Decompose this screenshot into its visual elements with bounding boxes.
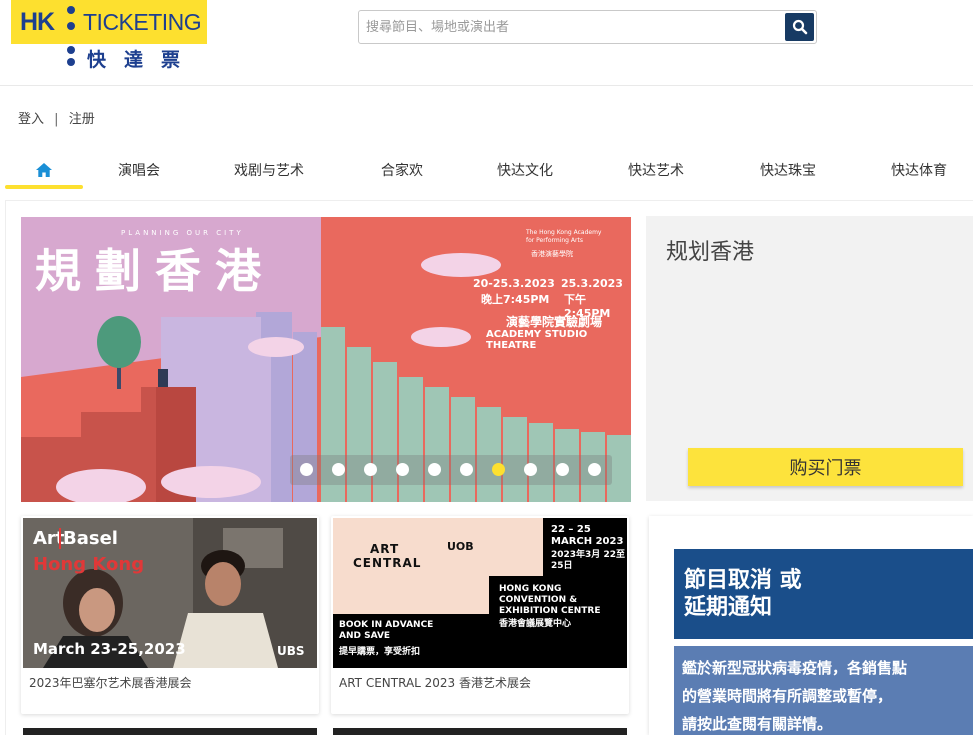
art-basel-dates: March 23-25,2023 bbox=[33, 640, 186, 658]
search-input[interactable] bbox=[363, 13, 781, 41]
logo-dot bbox=[67, 58, 75, 66]
art-basel-brand-basel: Basel bbox=[59, 528, 118, 549]
event-card-image: ART CENTRAL UOB 22 – 25 MARCH 2023 2023年… bbox=[333, 518, 627, 668]
banner-date2: 25.3.2023 bbox=[561, 277, 623, 290]
featured-event-panel: 规划香港 购买门票 bbox=[646, 216, 973, 501]
nav-item-culture[interactable]: 快达文化 bbox=[497, 160, 553, 180]
event-card-caption: 2023年巴塞尔艺术展香港展会 bbox=[29, 676, 192, 690]
notice-body-block: 鑑於新型冠狀病毒疫情，各銷售點 的營業時間將有所調整或暫停， 請按此查閱有關詳情… bbox=[674, 646, 973, 735]
featured-event-title: 规划香港 bbox=[666, 240, 755, 265]
notice-body-line3: 請按此查閱有關詳情。 bbox=[682, 715, 833, 733]
hk-ticketing-logo[interactable]: HK TICKETING 快達票 bbox=[11, 0, 207, 71]
nav-home[interactable] bbox=[5, 150, 83, 190]
carousel-dot-6[interactable] bbox=[460, 463, 473, 476]
logo-chinese-text: 快達票 bbox=[87, 49, 199, 71]
notice-body: 鑑於新型冠狀病毒疫情，各銷售點 的營業時間將有所調整或暫停， 請按此查閱有關詳情… bbox=[682, 654, 907, 735]
art-central-logo-line2: CENTRAL bbox=[353, 556, 422, 570]
logo-dot bbox=[67, 6, 75, 14]
banner-title-art: 規劃香港 bbox=[35, 244, 275, 298]
art-basel-city: Hong Kong bbox=[33, 554, 145, 575]
art-central-logo-line1: ART bbox=[370, 542, 400, 556]
carousel-dot-5[interactable] bbox=[428, 463, 441, 476]
banner-org-name-cn: 香港演藝學院 bbox=[531, 250, 573, 258]
event-card-art-basel[interactable]: Art Basel Hong Kong March 23-25,2023 UBS… bbox=[21, 516, 319, 714]
logo-hk-text: HK bbox=[20, 8, 55, 36]
register-link[interactable]: 注册 bbox=[69, 108, 95, 127]
nav-item-art[interactable]: 快达艺术 bbox=[628, 160, 684, 180]
carousel-dot-2[interactable] bbox=[332, 463, 345, 476]
carousel-dots bbox=[290, 455, 612, 485]
nav-item-drama-arts[interactable]: 戏剧与艺术 bbox=[234, 160, 304, 180]
banner-time1: 晚上7:45PM bbox=[481, 293, 550, 306]
notice-title: 節目取消 或 延期通知 bbox=[684, 567, 802, 621]
nav-item-concerts[interactable]: 演唱会 bbox=[118, 160, 160, 180]
home-icon bbox=[36, 163, 52, 177]
carousel-dot-4[interactable] bbox=[396, 463, 409, 476]
notice-card[interactable]: 節目取消 或 延期通知 鑑於新型冠狀病毒疫情，各銷售點 的營業時間將有所調整或暫… bbox=[649, 516, 973, 735]
buy-tickets-button[interactable]: 购买门票 bbox=[688, 448, 963, 486]
search-icon bbox=[792, 19, 807, 35]
event-card-art-central[interactable]: ART CENTRAL UOB 22 – 25 MARCH 2023 2023年… bbox=[331, 516, 629, 714]
nav-item-family[interactable]: 合家欢 bbox=[381, 160, 423, 180]
carousel-dot-10[interactable] bbox=[588, 463, 601, 476]
event-card-image: Art Basel Hong Kong March 23-25,2023 UBS bbox=[23, 518, 317, 668]
login-link[interactable]: 登入 bbox=[18, 108, 44, 127]
carousel-dot-3[interactable] bbox=[364, 463, 377, 476]
auth-links: 登入 | 注册 bbox=[18, 108, 95, 127]
notice-title-line1: 節目取消 或 bbox=[684, 568, 802, 593]
logo-dot bbox=[67, 46, 75, 54]
auth-separator: | bbox=[54, 112, 59, 127]
art-central-dates-cn: 2023年3月 22至25日 bbox=[551, 550, 625, 571]
carousel-dot-7[interactable] bbox=[492, 463, 505, 476]
ubs-sponsor-logo: UBS bbox=[277, 644, 305, 658]
carousel-dot-1[interactable] bbox=[300, 463, 313, 476]
notice-body-line1: 鑑於新型冠狀病毒疫情，各銷售點 bbox=[682, 659, 908, 677]
banner-venue-en: ACADEMY STUDIO THEATRE bbox=[486, 329, 588, 351]
art-central-venue-cn: 香港會議展覽中心 bbox=[499, 619, 572, 629]
uob-sponsor-logo: UOB bbox=[447, 540, 474, 553]
main-nav: 演唱会 戏剧与艺术 合家欢 快达文化 快达艺术 快达珠宝 快达体育 bbox=[0, 150, 973, 192]
carousel-dot-8[interactable] bbox=[524, 463, 537, 476]
notice-body-line2: 的營業時間將有所調整或暫停， bbox=[682, 687, 893, 705]
art-central-dates-en: 22 – 25 MARCH 2023 bbox=[551, 524, 624, 547]
notice-title-block: 節目取消 或 延期通知 bbox=[674, 549, 973, 639]
notice-title-line2: 延期通知 bbox=[684, 595, 773, 620]
search-box bbox=[358, 10, 817, 44]
logo-ticketing-text: TICKETING bbox=[83, 9, 202, 35]
search-button[interactable] bbox=[785, 13, 814, 41]
banner-venue-cn: 演藝學院實驗劇場 bbox=[506, 315, 603, 329]
art-central-venue-en: HONG KONG CONVENTION & EXHIBITION CENTRE bbox=[499, 584, 601, 616]
art-central-promo-cn: 提早購票，享受折扣 bbox=[339, 647, 421, 657]
nav-active-indicator bbox=[5, 185, 83, 189]
nav-item-sports[interactable]: 快达体育 bbox=[891, 160, 947, 180]
banner-date1: 20-25.3.2023 bbox=[473, 277, 555, 290]
event-card-caption: ART CENTRAL 2023 香港艺术展会 bbox=[339, 676, 532, 690]
nav-item-jewelry[interactable]: 快达珠宝 bbox=[760, 160, 816, 180]
carousel-dot-9[interactable] bbox=[556, 463, 569, 476]
logo-dot bbox=[67, 22, 75, 30]
art-central-promo-en: BOOK IN ADVANCE AND SAVE bbox=[339, 620, 434, 641]
next-event-card-peek bbox=[333, 728, 627, 735]
banner-en-subtitle: PLANNING OUR CITY bbox=[121, 229, 244, 237]
next-event-card-peek bbox=[23, 728, 317, 735]
site-header: HK TICKETING 快達票 bbox=[0, 0, 973, 86]
banner-org-name: The Hong Kong Academy for Performing Art… bbox=[526, 229, 602, 244]
